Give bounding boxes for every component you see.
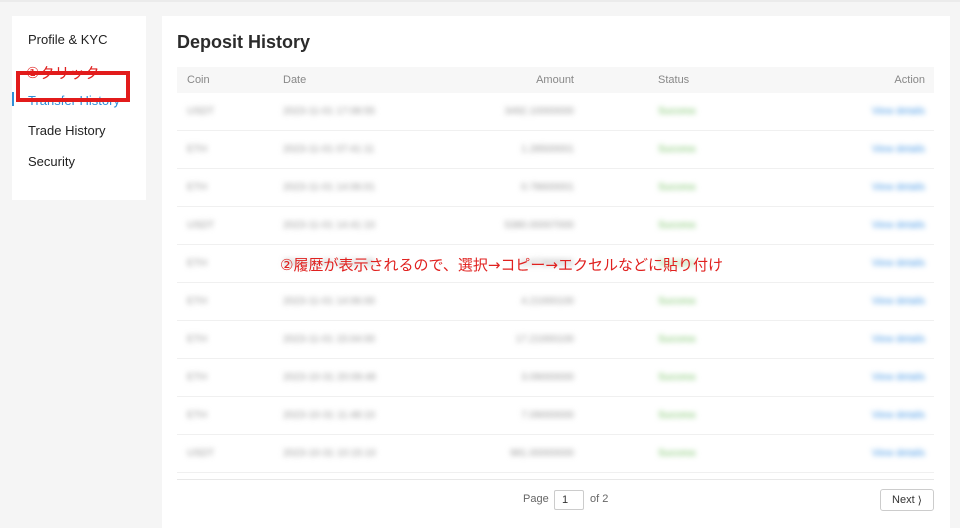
chevron-right-icon: ⟩	[917, 494, 922, 507]
next-page-button[interactable]: Next ⟩	[880, 489, 934, 511]
cell-date: 2023-10-31 20:09:48	[283, 372, 376, 383]
cell-amount: 17.21000100	[515, 334, 574, 345]
page-number-input[interactable]	[554, 490, 584, 510]
table-row: USDT 2023-11-01 17:08:55 3492.10000000 S…	[177, 93, 934, 131]
table-header: Coin Date Amount Status Action	[177, 67, 934, 93]
cell-date: 2023-10-31 10:15:10	[283, 448, 376, 459]
sidebar-item-profile-kyc[interactable]: Profile & KYC	[28, 32, 107, 47]
cell-status: Success	[658, 448, 696, 459]
cell-coin: ETH	[187, 334, 207, 345]
cell-status: Success	[658, 144, 696, 155]
cell-date: 2023-10-31 11:48:10	[283, 410, 376, 421]
view-details-link[interactable]: View details	[872, 144, 925, 155]
view-details-link[interactable]: View details	[872, 106, 925, 117]
pagination-divider	[177, 479, 934, 480]
cell-coin: USDT	[187, 448, 215, 459]
page-title: Deposit History	[177, 32, 311, 52]
cell-status: Success	[658, 410, 696, 421]
cell-date: 2023-11-01 07:41:11	[283, 144, 375, 155]
cell-status: Success	[658, 106, 696, 117]
view-details-link[interactable]: View details	[872, 220, 925, 231]
view-details-link[interactable]: View details	[872, 258, 925, 269]
view-details-link[interactable]: View details	[872, 296, 925, 307]
cell-status: Success	[658, 296, 696, 307]
cell-coin: USDT	[187, 106, 215, 117]
annotation-step2: ②履歴が表示されるので、選択→コピー→エクセルなどに貼り付け	[280, 256, 723, 274]
cell-status: Success	[658, 182, 696, 193]
account-sidebar: Profile & KYC Transfer History Trade His…	[12, 16, 146, 200]
cell-coin: ETH	[187, 258, 207, 269]
table-row: ETH 2023-11-01 14:06:01 0.78600001 Succe…	[177, 169, 934, 207]
top-divider	[0, 0, 960, 2]
column-status: Status	[658, 74, 690, 86]
cell-amount: 0.78600001	[521, 182, 574, 193]
view-details-link[interactable]: View details	[872, 448, 925, 459]
view-details-link[interactable]: View details	[872, 182, 925, 193]
cell-date: 2023-11-01 14:06:01	[283, 182, 376, 193]
cell-status: Success	[658, 334, 696, 345]
column-date: Date	[283, 74, 307, 86]
view-details-link[interactable]: View details	[872, 334, 925, 345]
cell-date: 2023-11-01 17:08:55	[283, 106, 376, 117]
table-row: USDT 2023-10-31 10:15:10 981.00000000 Su…	[177, 435, 934, 473]
annotation-highlight-box	[16, 71, 130, 102]
page-total-label: of 2	[590, 493, 609, 505]
cell-coin: ETH	[187, 296, 207, 307]
cell-coin: USDT	[187, 220, 215, 231]
active-indicator	[12, 92, 14, 106]
table-row: ETH 2023-11-01 15:04:00 17.21000100 Succ…	[177, 321, 934, 359]
cell-amount: 5380.00007000	[504, 220, 574, 231]
table-row: ETH 2023-10-31 20:09:48 3.09000000 Succe…	[177, 359, 934, 397]
cell-amount: 3492.10000000	[504, 106, 574, 117]
cell-status: Success	[658, 220, 696, 231]
table-row: ETH 2023-10-31 11:48:10 7.09000000 Succe…	[177, 397, 934, 435]
column-coin: Coin	[187, 74, 210, 86]
table-row: USDT 2023-11-01 14:41:10 5380.00007000 S…	[177, 207, 934, 245]
cell-coin: ETH	[187, 372, 207, 383]
cell-amount: 981.00000000	[510, 448, 574, 459]
table-row: ETH 2023-11-01 14:06:00 4.21000100 Succe…	[177, 283, 934, 321]
page-label: Page	[523, 493, 549, 505]
cell-date: 2023-11-01 14:06:00	[283, 296, 376, 307]
cell-amount: 1.28500001	[521, 144, 574, 155]
sidebar-item-security[interactable]: Security	[28, 154, 75, 169]
column-amount: Amount	[536, 74, 574, 86]
cell-amount: 3.09000000	[521, 372, 574, 383]
cell-amount: 7.09000000	[521, 410, 574, 421]
cell-status: Success	[658, 372, 696, 383]
table-row: ETH 2023-11-01 07:41:11 1.28500001 Succe…	[177, 131, 934, 169]
cell-amount: 4.21000100	[521, 296, 574, 307]
cell-coin: ETH	[187, 182, 207, 193]
next-button-label: Next	[892, 494, 915, 506]
column-action: Action	[894, 74, 925, 86]
sidebar-item-trade-history[interactable]: Trade History	[28, 123, 106, 138]
cell-coin: ETH	[187, 144, 207, 155]
view-details-link[interactable]: View details	[872, 372, 925, 383]
cell-date: 2023-11-01 14:41:10	[283, 220, 376, 231]
cell-coin: ETH	[187, 410, 207, 421]
view-details-link[interactable]: View details	[872, 410, 925, 421]
cell-date: 2023-11-01 15:04:00	[283, 334, 376, 345]
